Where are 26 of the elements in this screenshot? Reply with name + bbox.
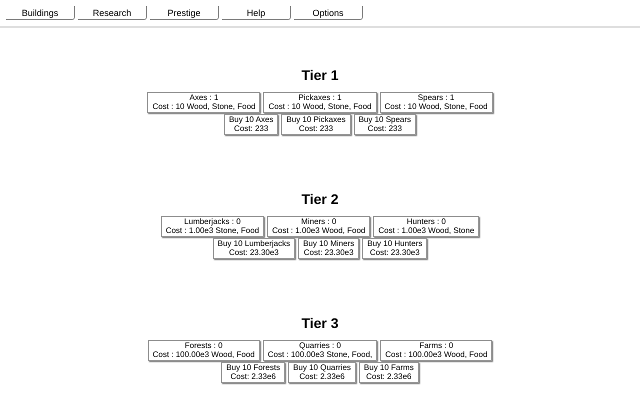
nav-tab[interactable]: Buildings <box>6 6 75 20</box>
buy-ten-button[interactable]: Buy 10 Forests Cost: 2.33e6 <box>221 362 286 383</box>
building-button[interactable]: Lumberjacks : 0 Cost : 1.00e3 Stone, Food <box>160 216 264 237</box>
building-button[interactable]: Spears : 1 Cost : 10 Wood, Stone, Food <box>380 92 493 113</box>
building-button[interactable]: Miners : 0 Cost : 1.00e3 Wood, Food <box>267 216 370 237</box>
building-button[interactable]: Hunters : 0 Cost : 1.00e3 Wood, Stone <box>373 216 480 237</box>
buy-ten-button[interactable]: Buy 10 Pickaxes Cost: 233 <box>281 114 351 135</box>
building-button[interactable]: Farms : 0 Cost : 100.00e3 Wood, Food <box>380 340 492 361</box>
tier-heading: Tier 2 <box>301 191 339 207</box>
buy-ten-button[interactable]: Buy 10 Lumberjacks Cost: 23.30e3 <box>212 238 296 259</box>
building-button[interactable]: Pickaxes : 1 Cost : 10 Wood, Stone, Food <box>263 92 377 113</box>
nav-tab[interactable]: Research <box>78 6 147 20</box>
buy-ten-button[interactable]: Buy 10 Miners Cost: 23.30e3 <box>298 238 360 259</box>
buy-ten-button[interactable]: Buy 10 Hunters Cost: 23.30e3 <box>362 238 428 259</box>
buy-ten-button[interactable]: Buy 10 Quarries Cost: 2.33e6 <box>288 362 356 383</box>
buy-ten-button[interactable]: Buy 10 Axes Cost: 233 <box>224 114 278 135</box>
buy-ten-button[interactable]: Buy 10 Farms Cost: 2.33e6 <box>358 362 419 383</box>
building-button[interactable]: Quarries : 0 Cost : 100.00e3 Stone, Food, <box>262 340 378 361</box>
building-button[interactable]: Forests : 0 Cost : 100.00e3 Wood, Food <box>148 340 260 361</box>
buy-ten-button[interactable]: Buy 10 Spears Cost: 233 <box>354 114 416 135</box>
building-button[interactable]: Axes : 1 Cost : 10 Wood, Stone, Food <box>147 92 260 113</box>
tier-heading: Tier 1 <box>301 67 339 83</box>
nav-tab[interactable]: Help <box>222 6 291 20</box>
nav-tab[interactable]: Prestige <box>150 6 219 20</box>
nav-tab[interactable]: Options <box>294 6 363 20</box>
tier-heading: Tier 3 <box>301 315 339 331</box>
